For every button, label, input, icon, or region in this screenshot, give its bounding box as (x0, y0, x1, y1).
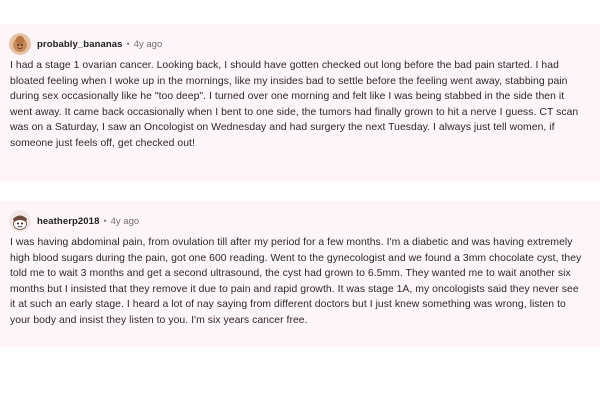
comment-body: I had a stage 1 ovarian cancer. Looking … (10, 60, 579, 149)
meta-separator: • (103, 216, 107, 226)
comment-thread: probably_bananas • 4y ago I had a stage … (0, 0, 600, 400)
comment: probably_bananas • 4y ago I had a stage … (0, 24, 600, 182)
username-link[interactable]: heatherp2018 (37, 216, 99, 227)
comment-body: I was having abdominal pain, from ovulat… (10, 237, 582, 326)
comment-header: probably_bananas • 4y ago (9, 32, 162, 56)
username-link[interactable]: probably_bananas (37, 39, 123, 50)
meta-separator: • (126, 39, 130, 49)
snoo-avatar-icon[interactable] (9, 33, 31, 55)
comment-header: heatherp2018 • 4y ago (9, 209, 139, 233)
comment: heatherp2018 • 4y ago I was having abdom… (0, 201, 600, 347)
snoo-avatar-icon[interactable] (9, 210, 31, 232)
timestamp[interactable]: 4y ago (134, 39, 163, 50)
timestamp[interactable]: 4y ago (111, 216, 140, 227)
